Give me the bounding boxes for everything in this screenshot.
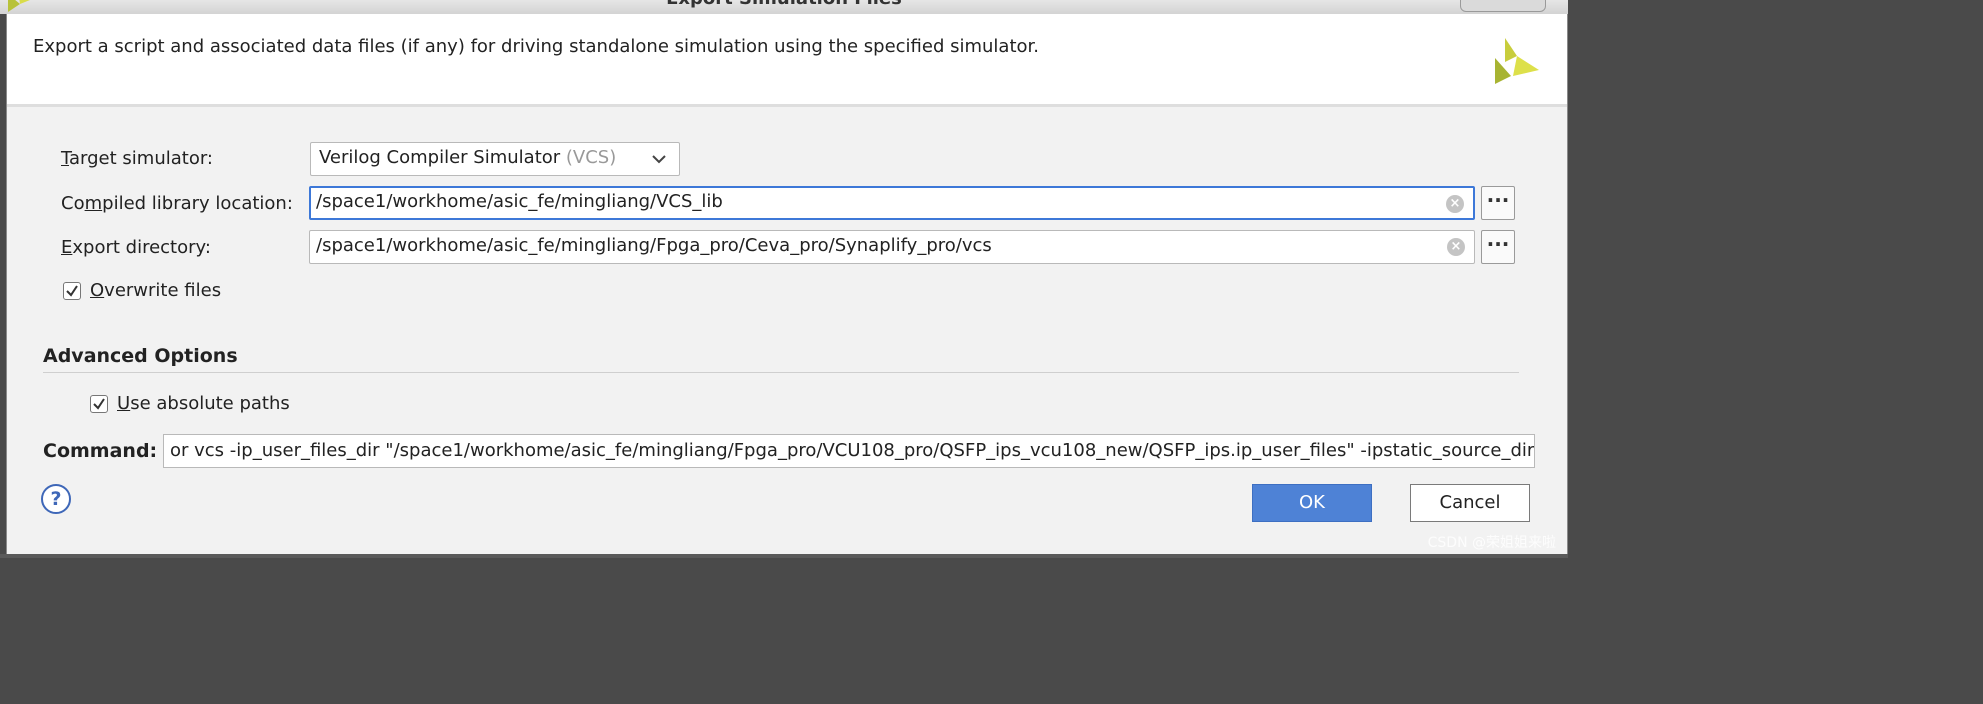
compiled-library-browse-button[interactable]: ··· [1481,186,1515,220]
help-button[interactable]: ? [41,484,71,514]
export-directory-value: /space1/workhome/asic_fe/mingliang/Fpga_… [316,235,992,256]
export-simulation-dialog: Export a script and associated data file… [6,14,1568,554]
dialog-description: Export a script and associated data file… [33,36,1040,57]
window-title: Export Simulation Files [0,0,1568,9]
export-directory-input[interactable]: /space1/workhome/asic_fe/mingliang/Fpga_… [309,230,1475,264]
watermark: CSDN @荣姐姐来啦 [1427,535,1556,551]
clear-icon[interactable]: × [1447,238,1465,256]
compiled-library-input[interactable]: /space1/workhome/asic_fe/mingliang/VCS_l… [309,186,1475,220]
target-simulator-value: Verilog Compiler Simulator [319,147,561,168]
advanced-options-title: Advanced Options [43,345,238,367]
chevron-down-icon [652,155,666,164]
xilinx-logo-icon [1495,38,1539,84]
command-label: Command: [43,440,158,462]
clear-icon[interactable]: × [1446,195,1464,213]
ok-button[interactable]: OK [1252,484,1372,522]
background-window-strip [0,554,1568,558]
compiled-library-label: Compiled library location: [61,193,293,214]
target-simulator-dropdown[interactable]: Verilog Compiler Simulator (VCS) [310,142,680,176]
checkmark-icon [93,398,105,410]
use-absolute-paths-checkbox[interactable] [90,395,108,413]
overwrite-files-label[interactable]: Overwrite files [90,280,221,301]
command-text-field[interactable]: or vcs -ip_user_files_dir "/space1/workh… [163,434,1535,468]
target-simulator-suffix: (VCS) [565,147,617,168]
window-titlebar: Export Simulation Files [0,0,1568,14]
overwrite-files-checkbox[interactable] [63,282,81,300]
export-directory-label: Export directory: [61,237,211,258]
window-controls[interactable] [1460,0,1546,12]
cancel-button[interactable]: Cancel [1410,484,1530,522]
command-value: or vcs -ip_user_files_dir "/space1/workh… [170,440,1535,461]
checkmark-icon [66,285,78,297]
compiled-library-value: /space1/workhome/asic_fe/mingliang/VCS_l… [316,191,723,212]
use-absolute-paths-label[interactable]: Use absolute paths [117,393,290,414]
export-directory-browse-button[interactable]: ··· [1481,230,1515,264]
dialog-header: Export a script and associated data file… [7,14,1567,107]
target-simulator-label: Target simulator: [61,148,213,169]
section-divider [43,372,1519,373]
